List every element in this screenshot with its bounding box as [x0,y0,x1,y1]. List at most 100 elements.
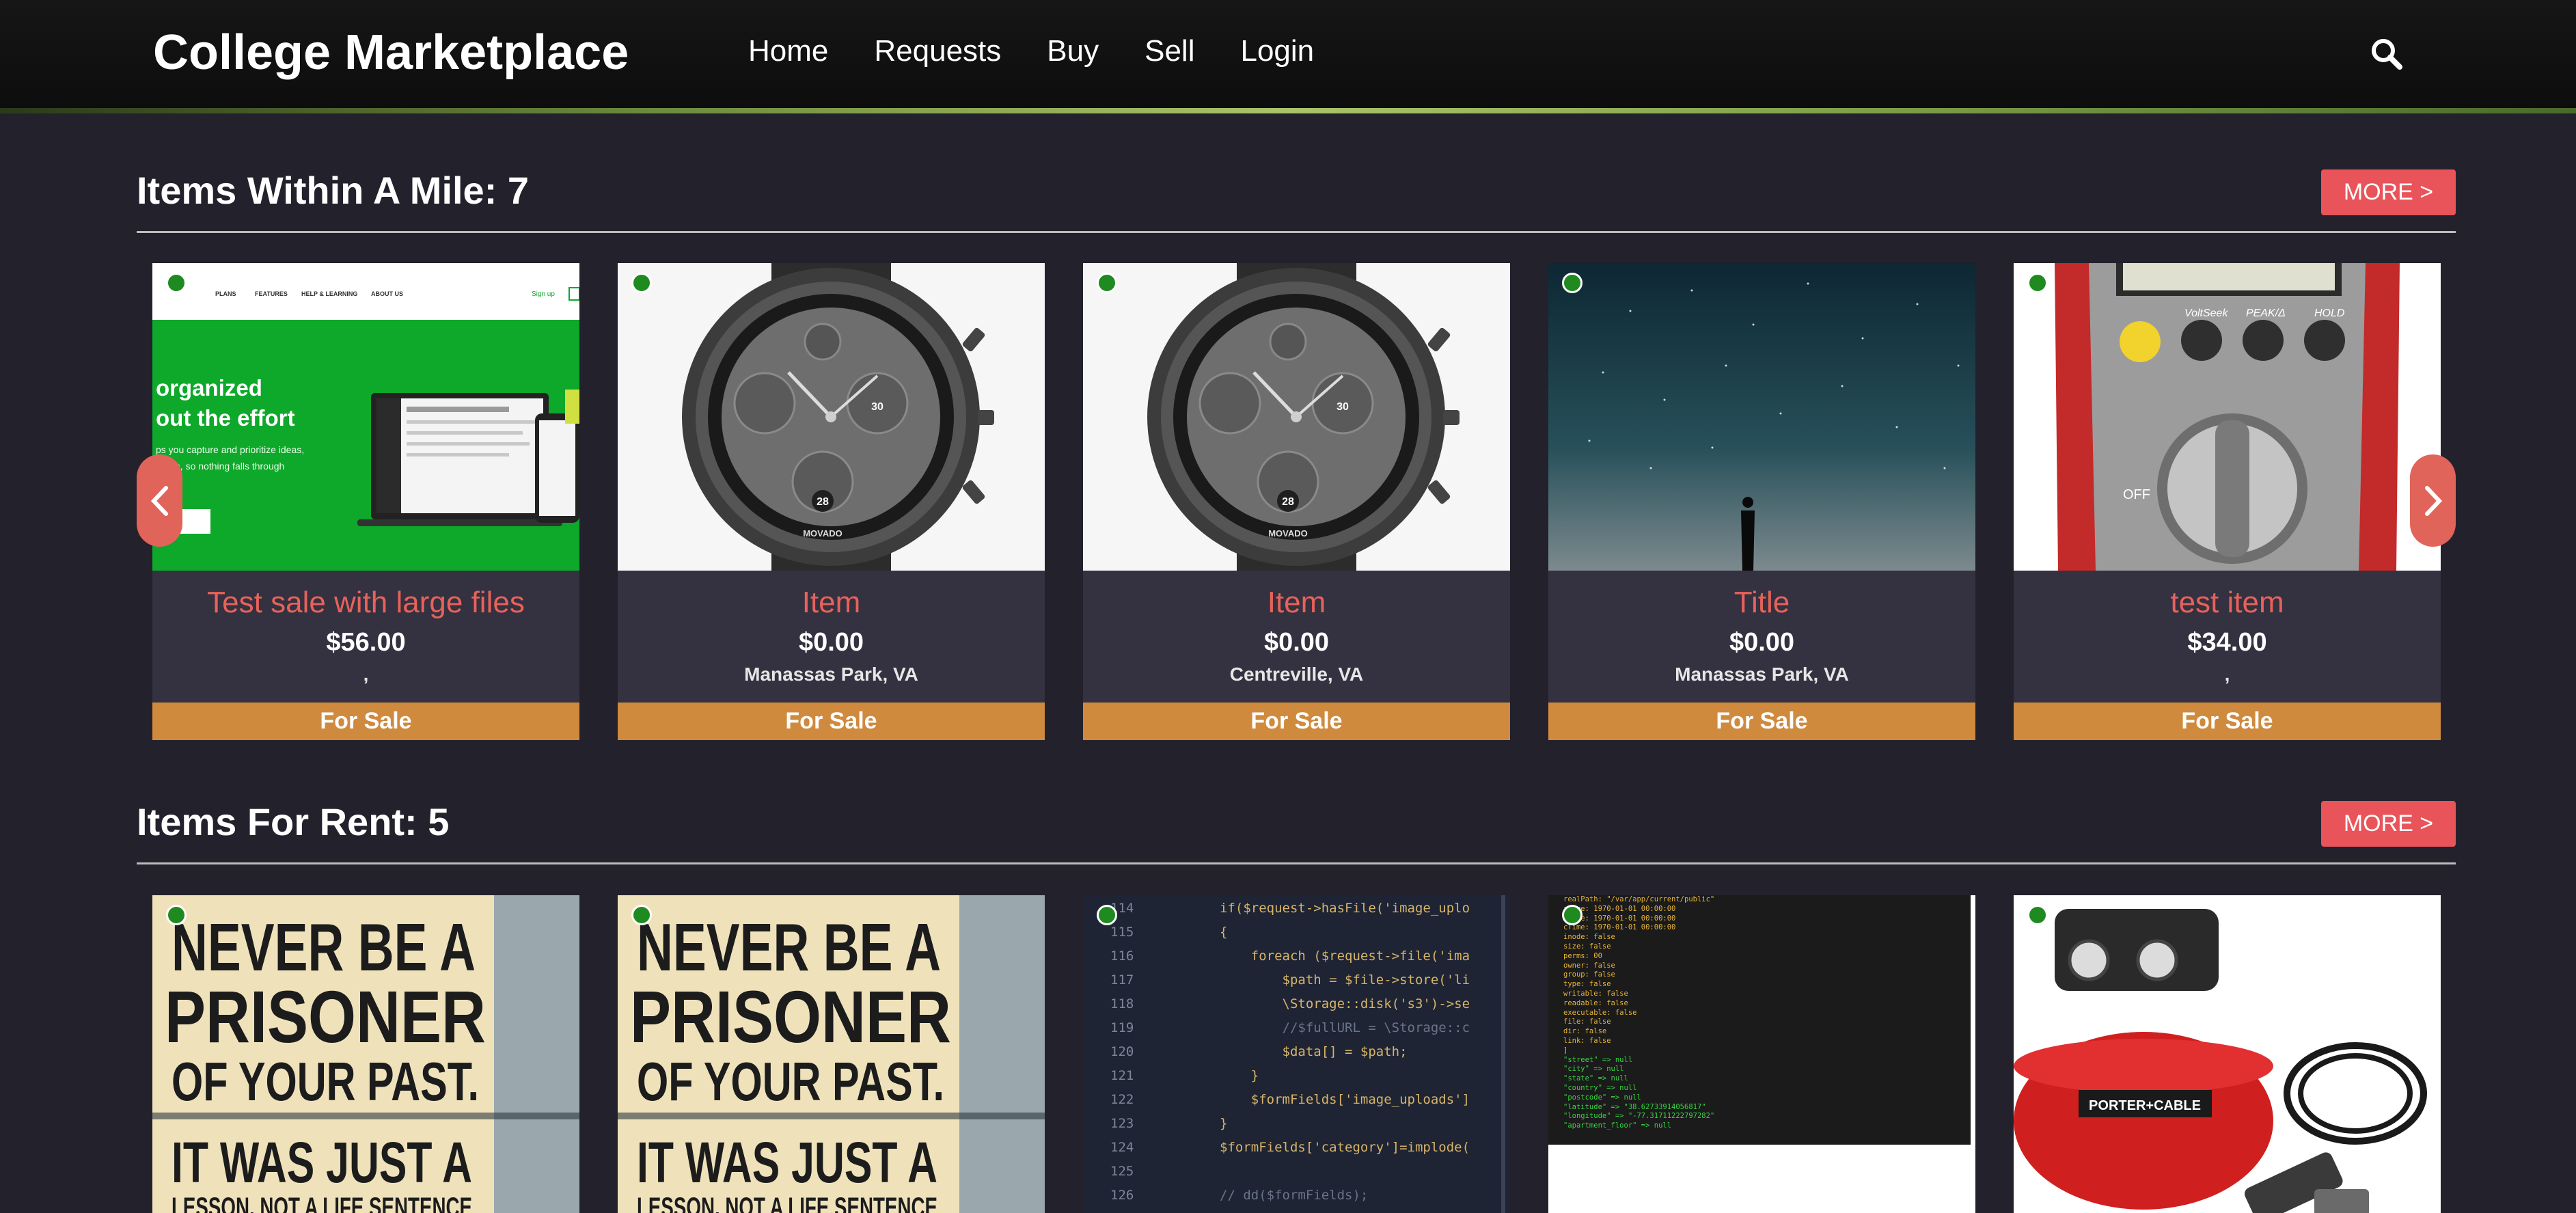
terminal-line: group: false [1563,970,1615,979]
code-line: 116 foreach ($request->file('ima [1083,944,1510,968]
code-line: 125 [1083,1160,1510,1184]
terminal-line: readable: false [1563,998,1628,1007]
code-line: 124 $formFields['category']=implode( [1083,1136,1510,1160]
brand-logo[interactable]: College Marketplace [153,25,629,81]
item-card[interactable]: Title $0.00 Manassas Park, VA For Sale [1548,263,1975,740]
terminal-line: cTime: 1970-01-01 00:00:00 [1563,923,1676,932]
item-card[interactable]: 28 30 MOVADO Item $0.00 Manassas Park, V… [618,263,1045,740]
item-location: Manassas Park, VA [744,664,918,685]
item-card-body: Title $0.00 Manassas Park, VA For Sale [1548,571,1975,740]
poster-line-2: PRISONER [630,975,951,1058]
item-location: , [2224,664,2230,685]
code-line-number: 124 [1110,1140,1134,1155]
code-line-number: 121 [1110,1068,1134,1083]
code-line-number: 118 [1110,996,1134,1011]
code-line: 118 \Storage::disk('s3')->se [1083,992,1510,1016]
online-indicator [1097,273,1117,293]
code-line: 121 } [1083,1064,1510,1088]
rent-item-image-terminal: realPath: "/var/app/current/public" aTime… [1548,895,1971,1145]
slide-sub-1: ps you capture and prioritize ideas, [156,444,304,455]
slide-menu-plans: PLANS [215,290,236,297]
item-location: Manassas Park, VA [1675,664,1849,685]
item-card-body: Test sale with large files $56.00 , For … [152,571,579,740]
code-line-text: foreach ($request->file('ima [1220,949,1470,964]
terminal-line: type: false [1563,980,1611,989]
slide-headline-2: out the effort [156,405,294,431]
meter-off-label: OFF [2123,487,2150,502]
item-card-body: Item $0.00 Centreville, VA For Sale [1083,571,1510,740]
terminal-line: writable: false [1563,989,1628,998]
terminal-line: "street" => null [1563,1055,1633,1064]
item-card[interactable]: 28 30 MOVADO Item $0.00 Centreville, VA … [1083,263,1510,740]
code-line-text: // dd($formFields); [1220,1188,1369,1203]
item-card-body: Item $0.00 Manassas Park, VA For Sale [618,571,1045,740]
poster-line-1: NEVER BE A [172,910,476,985]
code-scrollbar [1501,895,1505,1213]
watch-date: 28 [817,496,829,508]
item-card[interactable]: PLANS FEATURES HELP & LEARNING ABOUT US … [152,263,579,740]
section-title-rent: Items For Rent: 5 [137,800,450,843]
poster-line-5: LESSON, NOT A LIFE SENTENCE [172,1192,472,1213]
nav-login[interactable]: Login [1240,34,1314,68]
terminal-line: owner: false [1563,961,1615,970]
item-image-watch: 28 30 MOVADO [618,263,1045,571]
nav-sell[interactable]: Sell [1145,34,1194,68]
terminal-line: inode: false [1563,933,1615,942]
terminal-line: mTime: 1970-01-01 00:00:00 [1563,914,1676,923]
item-title[interactable]: test item [2014,586,2441,620]
terminal-line: link: false [1563,1036,1611,1045]
terminal-output: realPath: "/var/app/current/public" aTime… [1563,895,1971,1131]
item-card[interactable]: VoltSeek PEAK/Δ HOLD OFF test item $34.0… [2014,263,2441,740]
nav-requests[interactable]: Requests [874,34,1001,68]
code-line: 122 $formFields['image_uploads'] [1083,1088,1510,1112]
terminal-line: aTime: 1970-01-01 00:00:00 [1563,904,1676,913]
terminal-line: "apartment_floor" => null [1563,1121,1672,1130]
poster-line-4: IT WAS JUST A [172,1130,472,1195]
slide-menu-features: FEATURES [255,290,288,297]
rent-item-image-air-compressor: PORTER+CABLE [2014,895,2441,1213]
item-status-badge: For Sale [1083,703,1510,740]
code-line-text: \Storage::disk('s3')->se [1220,996,1470,1011]
code-line-number: 115 [1110,925,1134,940]
terminal-line: ] [1563,1046,1568,1054]
item-title[interactable]: Title [1548,586,1975,620]
item-image-watch: 28 30 MOVADO [1083,263,1510,571]
more-button-rent[interactable]: MORE > [2321,801,2456,847]
terminal-line: realPath: "/var/app/current/public" [1563,895,1715,903]
more-button-nearby[interactable]: MORE > [2321,169,2456,215]
rent-item-image-code: 114 if($request->hasFile('image_uplo 115 {1… [1083,895,1510,1213]
rent-item-card[interactable]: NEVER BE A PRISONER OF YOUR PAST. IT WAS… [618,895,1045,1213]
header-stripe [0,108,2576,113]
code-line-number: 126 [1110,1188,1134,1203]
online-indicator [166,905,187,925]
code-line-text: } [1220,1116,1228,1131]
poster-line-5: LESSON, NOT A LIFE SENTENCE [637,1192,937,1213]
rent-item-card[interactable]: realPath: "/var/app/current/public" aTime… [1548,895,1975,1213]
item-title[interactable]: Item [618,586,1045,620]
online-indicator [631,905,652,925]
meter-label-2: PEAK/Δ [2246,308,2286,319]
nav-home[interactable]: Home [748,34,828,68]
code-line: 114 if($request->hasFile('image_uplo [1083,897,1510,921]
terminal-line: perms: 00 [1563,951,1602,960]
item-title[interactable]: Test sale with large files [152,586,579,620]
rent-item-card[interactable]: NEVER BE A PRISONER OF YOUR PAST. IT WAS… [152,895,579,1213]
item-title[interactable]: Item [1083,586,1510,620]
carousel-next-button[interactable] [2410,454,2456,547]
code-line-number: 117 [1110,972,1134,987]
item-status-badge: For Sale [2014,703,2441,740]
chevron-left-icon [150,485,168,516]
rent-item-card[interactable]: 114 if($request->hasFile('image_uplo 115 {1… [1083,895,1510,1213]
code-line: 117 $path = $file->store('li [1083,968,1510,992]
rent-item-card[interactable]: PORTER+CABLE [2014,895,2441,1213]
code-line-text: $data[] = $path; [1220,1044,1408,1059]
compressor-brand: PORTER+CABLE [2089,1098,2201,1113]
poster-line-3: OF YOUR PAST. [637,1051,944,1112]
rent-item-image-poster: NEVER BE A PRISONER OF YOUR PAST. IT WAS… [152,895,579,1213]
carousel-prev-button[interactable] [137,454,182,547]
item-price: $0.00 [798,628,864,657]
code-line-number: 123 [1110,1116,1134,1131]
nav-buy[interactable]: Buy [1047,34,1099,68]
nav-links: Home Requests Buy Sell Login [748,34,1360,68]
search-icon[interactable] [2368,36,2405,72]
